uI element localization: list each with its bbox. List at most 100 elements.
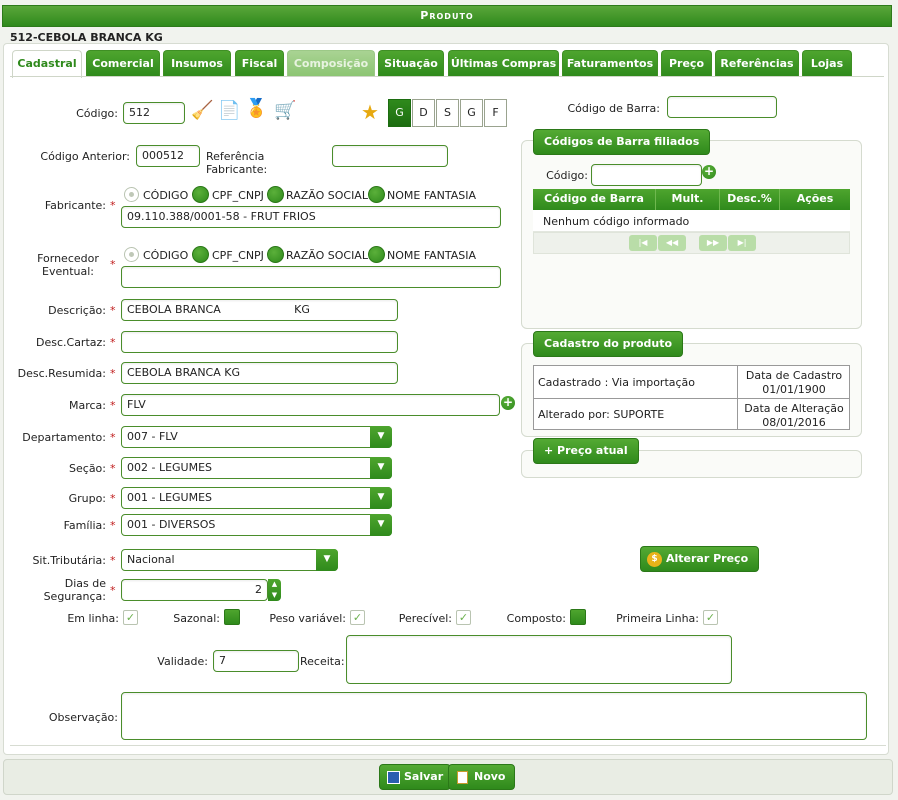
codigo-input[interactable]: 512	[123, 102, 185, 124]
class-g-button[interactable]: G	[388, 99, 411, 127]
departamento-select[interactable]: 007 - FLV ▼	[121, 426, 392, 448]
copy-document-icon[interactable]: 📄	[218, 100, 240, 122]
sit-tributaria-select[interactable]: Nacional ▼	[121, 549, 338, 571]
secao-select[interactable]: 002 - LEGUMES ▼	[121, 457, 392, 479]
stepper-arrows-icon[interactable]: ▲ ▼	[268, 579, 281, 601]
fornecedor-radio-razao[interactable]	[267, 246, 284, 263]
ref-fabricante-input[interactable]	[332, 145, 448, 167]
tab-cadastral[interactable]: Cadastral	[12, 50, 82, 78]
tab-situacao[interactable]: Situação	[378, 50, 444, 76]
chevron-down-icon[interactable]: ▼	[370, 426, 392, 448]
tab-lojas[interactable]: Lojas	[802, 50, 852, 76]
barcode-codigo-input[interactable]	[591, 164, 702, 186]
col-mult: Mult.	[656, 189, 720, 210]
cadastro-table: Cadastrado : Via importação Data de Cada…	[533, 365, 850, 430]
descricao-input[interactable]: CEBOLA BRANCA KG	[121, 299, 398, 321]
fabricante-input[interactable]: 09.110.388/0001-58 - FRUT FRIOS	[121, 206, 501, 228]
fornecedor-radio-codigo-label: CÓDIGO	[143, 249, 189, 262]
chevron-down-icon[interactable]: ▼	[370, 514, 392, 536]
fabricante-radio-fantasia[interactable]	[368, 186, 385, 203]
class-g2-button[interactable]: G	[460, 99, 483, 127]
grupo-select[interactable]: 001 - LEGUMES ▼	[121, 487, 392, 509]
codigo-anterior-input[interactable]: 000512	[136, 145, 200, 167]
chevron-down-icon[interactable]: ▼	[370, 457, 392, 479]
pager-bar	[533, 232, 850, 254]
tab-ultimas-compras[interactable]: Últimas Compras	[448, 50, 559, 76]
add-marca-icon[interactable]: +	[501, 396, 515, 410]
col-acoes: Ações	[780, 189, 850, 210]
barcode-codigo-label: Código:	[546, 169, 588, 182]
codigo-barra-label: Código de Barra:	[567, 102, 661, 115]
fornecedor-radio-fantasia[interactable]	[368, 246, 385, 263]
fabricante-radio-codigo[interactable]	[124, 187, 139, 202]
preco-atual-button[interactable]: + Preço atual	[533, 438, 639, 464]
ref-fabricante-label: Referência Fabricante:	[206, 150, 268, 176]
dias-seguranca-label-line2: Segurança:	[43, 590, 106, 603]
chevron-down-icon[interactable]: ▼	[316, 549, 338, 571]
fornecedor-radio-cpf[interactable]	[192, 246, 209, 263]
tab-referencias[interactable]: Referências	[715, 50, 799, 76]
codigo-anterior-label: Código Anterior:	[40, 150, 130, 163]
class-d-button[interactable]: D	[412, 99, 435, 127]
composto-label: Composto:	[506, 612, 566, 625]
star-icon[interactable]: ★	[360, 101, 380, 123]
composto-checkbox[interactable]	[570, 609, 586, 625]
tab-insumos[interactable]: Insumos	[163, 50, 231, 76]
data-alteracao-label: Data de Alteração	[744, 402, 844, 415]
add-barcode-icon[interactable]: +	[702, 165, 716, 179]
save-disk-icon	[387, 770, 400, 784]
salvar-button[interactable]: Salvar	[379, 764, 452, 790]
fabricante-radio-cpf[interactable]	[192, 186, 209, 203]
col-desc: Desc.%	[720, 189, 780, 210]
barcodes-box-title: Códigos de Barra filiados	[533, 129, 711, 155]
required-marker: *	[110, 367, 116, 380]
novo-button[interactable]: Novo	[448, 764, 515, 790]
primeira-linha-checkbox[interactable]: ✓	[703, 610, 718, 625]
em-linha-label: Em linha:	[67, 612, 119, 625]
fornecedor-radio-codigo[interactable]	[124, 247, 139, 262]
tab-faturamentos[interactable]: Faturamentos	[562, 50, 658, 76]
shopping-cart-icon[interactable]: 🛒	[274, 100, 296, 122]
award-medal-icon[interactable]: 🏅	[245, 98, 267, 120]
brush-icon[interactable]: 🧹	[191, 100, 213, 122]
class-f-button[interactable]: F	[484, 99, 507, 127]
required-marker: *	[110, 258, 116, 271]
receita-textarea[interactable]	[346, 635, 732, 684]
chevron-down-icon[interactable]: ▼	[370, 487, 392, 509]
tab-fiscal[interactable]: Fiscal	[235, 50, 284, 76]
desc-resumida-label: Desc.Resumida:	[17, 367, 106, 380]
required-marker: *	[110, 554, 116, 567]
desc-resumida-input[interactable]: CEBOLA BRANCA KG	[121, 362, 398, 384]
desc-cartaz-input[interactable]	[121, 331, 398, 353]
data-alteracao-value: 08/01/2016	[762, 416, 826, 429]
em-linha-checkbox[interactable]: ✓	[123, 610, 138, 625]
fornecedor-radio-razao-label: RAZÃO SOCIAL	[286, 249, 368, 262]
plus-icon: +	[544, 444, 558, 457]
perecivel-checkbox[interactable]: ✓	[456, 610, 471, 625]
codigo-barra-input[interactable]	[667, 96, 777, 118]
form-divider	[10, 745, 886, 746]
alterar-preco-button[interactable]: $ Alterar Preço	[640, 546, 760, 572]
validade-input[interactable]: 7	[213, 650, 299, 672]
tab-composicao[interactable]: Composição	[287, 50, 375, 76]
fabricante-radio-razao[interactable]	[267, 186, 284, 203]
next-page-icon[interactable]: ▶▶	[699, 235, 727, 251]
last-page-icon[interactable]: ▶|	[728, 235, 756, 251]
data-cadastro-value: 01/01/1900	[762, 383, 826, 396]
sazonal-checkbox[interactable]	[224, 609, 240, 625]
tab-comercial[interactable]: Comercial	[86, 50, 160, 76]
fornecedor-input[interactable]	[121, 266, 501, 288]
dias-seguranca-input[interactable]: 2	[121, 579, 268, 601]
fabricante-radio-razao-label: RAZÃO SOCIAL	[286, 189, 368, 202]
cadastro-box-title: Cadastro do produto	[533, 331, 684, 357]
familia-select[interactable]: 001 - DIVERSOS ▼	[121, 514, 392, 536]
tab-preco[interactable]: Preço	[661, 50, 712, 76]
primeira-linha-label: Primeira Linha:	[616, 612, 699, 625]
peso-variavel-checkbox[interactable]: ✓	[350, 610, 365, 625]
prev-page-icon[interactable]: ◀◀	[658, 235, 686, 251]
fornecedor-label-line1: Fornecedor	[37, 252, 99, 265]
first-page-icon[interactable]: |◀	[629, 235, 657, 251]
observacao-textarea[interactable]	[121, 692, 867, 740]
marca-input[interactable]: FLV	[121, 394, 500, 416]
class-s-button[interactable]: S	[436, 99, 459, 127]
